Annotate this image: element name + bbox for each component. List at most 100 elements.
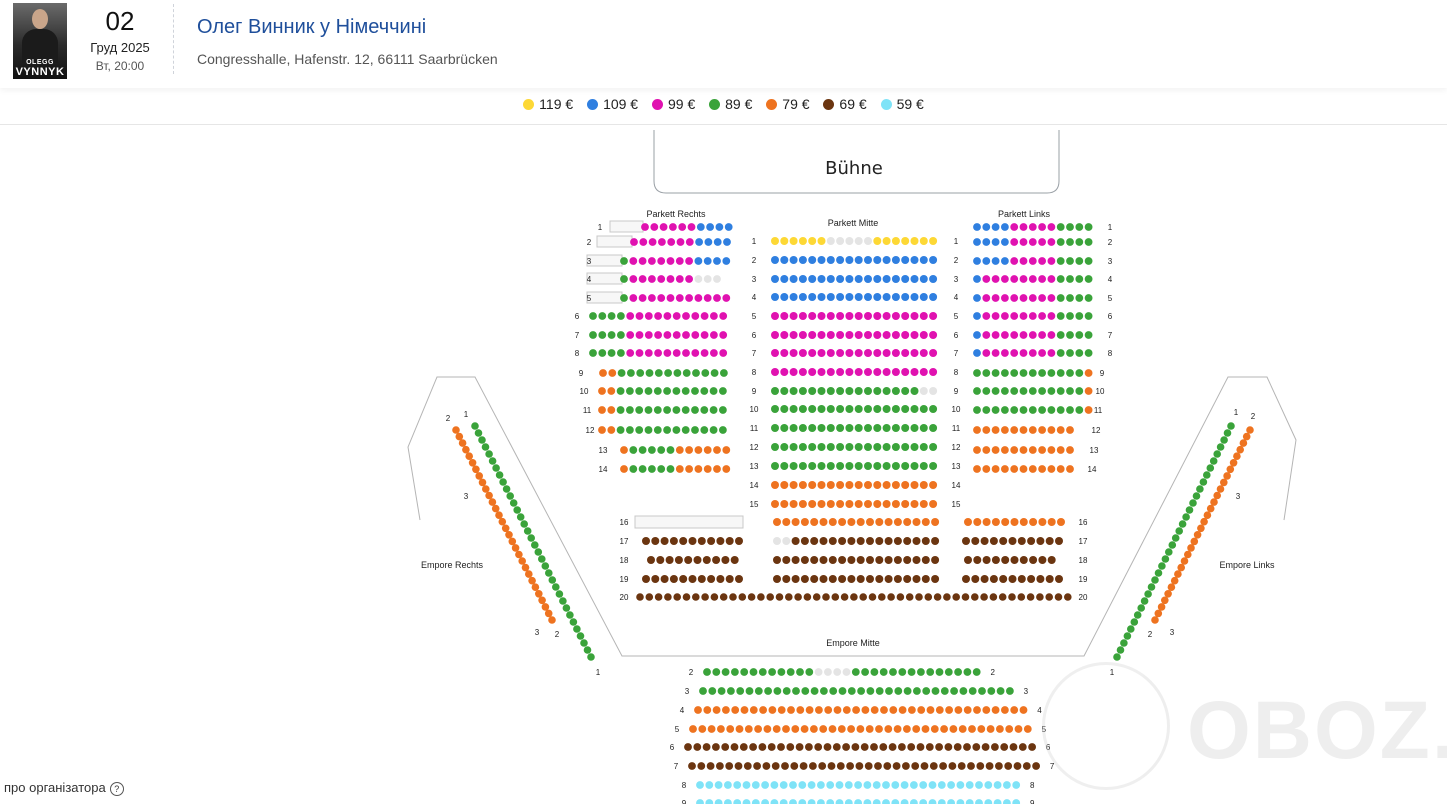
seat[interactable] xyxy=(789,256,798,264)
seat[interactable] xyxy=(903,556,912,564)
seat[interactable] xyxy=(922,687,931,695)
seat[interactable] xyxy=(838,575,847,583)
seat[interactable] xyxy=(1075,257,1084,265)
seat[interactable] xyxy=(1047,369,1056,377)
seat[interactable] xyxy=(827,762,836,770)
seat[interactable] xyxy=(854,387,863,395)
seat[interactable] xyxy=(810,556,819,564)
seat[interactable] xyxy=(798,781,807,789)
seat[interactable] xyxy=(864,500,872,508)
seat[interactable] xyxy=(826,462,835,470)
seat[interactable] xyxy=(513,506,521,514)
seat[interactable] xyxy=(982,223,991,231)
seat[interactable] xyxy=(544,609,553,618)
seat[interactable] xyxy=(1147,583,1156,591)
seat[interactable] xyxy=(616,406,625,414)
seat[interactable] xyxy=(991,349,1000,357)
seat[interactable] xyxy=(1206,504,1215,513)
seat[interactable] xyxy=(857,687,865,695)
seat[interactable] xyxy=(787,706,795,714)
seat[interactable] xyxy=(786,668,795,676)
seat[interactable] xyxy=(984,781,993,789)
seat[interactable] xyxy=(1056,465,1065,473)
seat[interactable] xyxy=(1084,349,1093,357)
seat[interactable] xyxy=(910,424,919,432)
seat[interactable] xyxy=(808,481,817,489)
seat[interactable] xyxy=(949,725,958,733)
seat[interactable] xyxy=(1010,223,1019,231)
seat[interactable] xyxy=(836,387,845,395)
seat[interactable] xyxy=(663,426,671,434)
seat[interactable] xyxy=(850,593,858,601)
seat[interactable] xyxy=(1216,485,1225,493)
seat[interactable] xyxy=(688,762,696,770)
seat[interactable] xyxy=(1038,312,1046,320)
seat[interactable] xyxy=(864,481,872,489)
seat[interactable] xyxy=(771,349,779,357)
seat[interactable] xyxy=(898,706,907,714)
seat[interactable] xyxy=(768,706,777,714)
seat[interactable] xyxy=(894,687,903,695)
seat[interactable] xyxy=(864,275,872,283)
seat[interactable] xyxy=(977,725,986,733)
seat[interactable] xyxy=(665,556,674,564)
seat[interactable] xyxy=(828,537,837,545)
seat[interactable] xyxy=(770,799,779,804)
seat[interactable] xyxy=(819,725,828,733)
seat[interactable] xyxy=(838,537,847,545)
seat[interactable] xyxy=(1012,781,1021,789)
seat[interactable] xyxy=(1227,422,1235,430)
seat[interactable] xyxy=(982,238,991,246)
seat[interactable] xyxy=(780,387,789,395)
seat[interactable] xyxy=(780,462,789,470)
seat[interactable] xyxy=(754,687,763,695)
seat[interactable] xyxy=(901,481,910,489)
seat[interactable] xyxy=(773,687,782,695)
seat[interactable] xyxy=(782,725,790,733)
seat[interactable] xyxy=(840,593,849,601)
seat[interactable] xyxy=(1056,257,1065,265)
seat[interactable] xyxy=(587,653,595,661)
seat[interactable] xyxy=(828,725,837,733)
seat[interactable] xyxy=(901,237,910,245)
seat[interactable] xyxy=(723,238,731,246)
seat[interactable] xyxy=(903,537,912,545)
seat[interactable] xyxy=(630,238,638,246)
seat[interactable] xyxy=(873,256,882,264)
seat[interactable] xyxy=(1010,387,1019,395)
seat[interactable] xyxy=(648,238,657,246)
seat[interactable] xyxy=(952,593,960,601)
seat[interactable] xyxy=(598,312,607,320)
seat[interactable] xyxy=(851,743,860,751)
seat[interactable] xyxy=(725,537,734,545)
seat[interactable] xyxy=(845,368,854,376)
seat[interactable] xyxy=(713,257,721,265)
seat[interactable] xyxy=(875,725,883,733)
seat[interactable] xyxy=(1013,762,1022,770)
seat[interactable] xyxy=(636,593,644,601)
seat[interactable] xyxy=(638,465,647,473)
seat[interactable] xyxy=(1184,550,1192,559)
seat[interactable] xyxy=(921,725,930,733)
seat[interactable] xyxy=(1014,725,1023,733)
seat[interactable] xyxy=(654,593,663,601)
seat[interactable] xyxy=(1009,743,1018,751)
seat[interactable] xyxy=(710,312,718,320)
seat[interactable] xyxy=(831,593,840,601)
seat[interactable] xyxy=(664,593,672,601)
seat[interactable] xyxy=(800,725,809,733)
seat[interactable] xyxy=(684,743,692,751)
seat[interactable] xyxy=(1010,446,1019,454)
seat[interactable] xyxy=(771,500,779,508)
seat[interactable] xyxy=(697,762,706,770)
seat[interactable] xyxy=(910,387,919,395)
seat[interactable] xyxy=(653,387,662,395)
seat[interactable] xyxy=(709,406,718,414)
seat[interactable] xyxy=(917,668,925,676)
seat[interactable] xyxy=(807,799,816,804)
seat[interactable] xyxy=(935,668,944,676)
seat[interactable] xyxy=(989,575,998,583)
seat[interactable] xyxy=(847,687,856,695)
seat[interactable] xyxy=(884,556,893,564)
seat[interactable] xyxy=(1056,369,1065,377)
